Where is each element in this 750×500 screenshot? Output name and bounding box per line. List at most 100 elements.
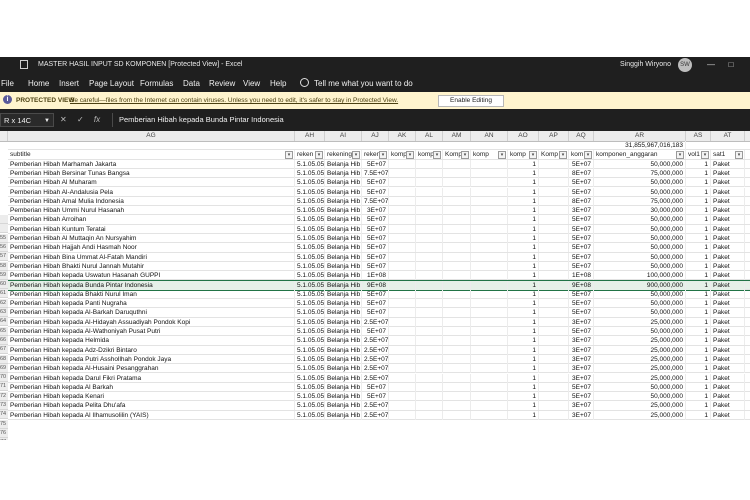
rekening-name-cell[interactable]: Belanja Hib — [325, 336, 362, 346]
check-icon[interactable]: ✓ — [77, 113, 84, 127]
sat1-cell[interactable]: Paket — [711, 299, 745, 309]
cell[interactable] — [443, 261, 471, 271]
sat1-cell[interactable]: Paket — [711, 308, 745, 318]
rekening-value-cell[interactable]: 5E+07 — [362, 327, 389, 336]
vol1-cell[interactable]: 1 — [686, 271, 711, 281]
row-header[interactable]: 60 — [0, 280, 8, 290]
komponen-value-cell[interactable]: 5E+07 — [569, 224, 594, 234]
cell[interactable] — [389, 336, 416, 346]
table-row[interactable]: Pemberian Hibah Amal Mulia Indonesia 5.1.… — [8, 196, 750, 207]
cancel-icon[interactable]: ✕ — [60, 113, 67, 127]
cell[interactable] — [416, 159, 443, 169]
komponen-anggaran-cell[interactable]: 25,000,000 — [594, 401, 686, 411]
cell[interactable] — [389, 308, 416, 318]
cell[interactable] — [416, 354, 443, 364]
table-row[interactable]: Pemberian Hibah kepada Putri Asshollhah … — [8, 354, 750, 365]
filter-dropdown-icon[interactable]: ▾ — [559, 151, 567, 160]
grand-total-cell[interactable]: 31,855,967,016,183 — [594, 141, 686, 150]
cell[interactable] — [539, 178, 569, 188]
rekening-value-cell[interactable]: 2.5E+07 — [362, 410, 389, 420]
cell[interactable] — [389, 289, 416, 299]
rekening-value-cell[interactable]: 3E+07 — [362, 206, 389, 216]
komponen-count-cell[interactable]: 1 — [508, 317, 539, 327]
rekening-value-cell[interactable]: 5E+07 — [362, 159, 389, 169]
rekening-code-cell[interactable]: 5.1.05.05. — [295, 364, 325, 374]
sat1-cell[interactable]: Paket — [711, 271, 745, 281]
table-row[interactable]: Pemberian Hibah Ummi Nurul Hasanah 5.1.05… — [8, 206, 750, 216]
rekening-value-cell[interactable]: 5E+07 — [362, 243, 389, 253]
subtitle-cell[interactable]: Pemberian Hibah kepada Al-Husaini Pesang… — [8, 364, 295, 374]
cell[interactable] — [389, 401, 416, 411]
column-title[interactable]: Komp ▾ — [443, 150, 471, 160]
rekening-value-cell[interactable]: 7.5E+07 — [362, 196, 389, 206]
rekening-name-cell[interactable]: Belanja Hib — [325, 187, 362, 197]
column-header-ai[interactable]: AI — [325, 131, 362, 141]
rekening-code-cell[interactable]: 5.1.05.05. — [295, 168, 325, 178]
cell[interactable] — [416, 308, 443, 318]
rekening-code-cell[interactable]: 5.1.05.05. — [295, 299, 325, 309]
rekening-code-cell[interactable]: 5.1.05.05. — [295, 382, 325, 392]
cell[interactable] — [471, 187, 508, 197]
rekening-code-cell[interactable]: 5.1.05.05. — [295, 271, 325, 281]
cell[interactable] — [443, 364, 471, 374]
vol1-cell[interactable]: 1 — [686, 206, 711, 216]
komponen-value-cell[interactable]: 5E+07 — [569, 187, 594, 197]
rekening-value-cell[interactable]: 5E+07 — [362, 234, 389, 243]
cell[interactable] — [389, 382, 416, 392]
subtitle-cell[interactable]: Pemberian Hibah kepada Darul Fikri Prata… — [8, 373, 295, 383]
cell[interactable] — [443, 187, 471, 197]
fx-icon[interactable]: fx — [94, 113, 100, 127]
row-header[interactable]: 72 — [0, 391, 8, 401]
vol1-cell[interactable]: 1 — [686, 280, 711, 290]
vol1-cell[interactable]: 1 — [686, 196, 711, 206]
subtitle-cell[interactable]: Pemberian Hibah kepada Bhakti Nurul Iman — [8, 289, 295, 299]
cell[interactable] — [389, 252, 416, 262]
rekening-name-cell[interactable]: Belanja Hib — [325, 178, 362, 188]
cell[interactable] — [471, 392, 508, 402]
column-header-ah[interactable]: AH — [295, 131, 325, 141]
row-header[interactable]: 59 — [0, 270, 8, 280]
subtitle-cell[interactable]: Pemberian Hibah kepada Al Barkah — [8, 382, 295, 392]
komponen-value-cell[interactable]: 5E+07 — [569, 261, 594, 271]
cell[interactable] — [539, 364, 569, 374]
komponen-count-cell[interactable]: 1 — [508, 299, 539, 309]
cell[interactable] — [471, 215, 508, 225]
rekening-name-cell[interactable]: Belanja Hib — [325, 392, 362, 402]
komponen-count-cell[interactable]: 1 — [508, 206, 539, 216]
subtitle-cell[interactable]: Pemberian Hibah kepada Bunda Pintar Indo… — [8, 280, 295, 290]
cell[interactable] — [443, 308, 471, 318]
cell[interactable] — [471, 354, 508, 364]
komponen-value-cell[interactable]: 3E+07 — [569, 345, 594, 355]
rekening-code-cell[interactable]: 5.1.05.05. — [295, 252, 325, 262]
filter-dropdown-icon[interactable]: ▾ — [701, 151, 709, 160]
komponen-count-cell[interactable]: 1 — [508, 196, 539, 206]
sat1-cell[interactable]: Paket — [711, 168, 745, 178]
rekening-name-cell[interactable]: Belanja Hib — [325, 345, 362, 355]
vol1-cell[interactable]: 1 — [686, 392, 711, 402]
cell[interactable] — [471, 410, 508, 420]
vol1-cell[interactable]: 1 — [686, 178, 711, 188]
komponen-value-cell[interactable]: 5E+07 — [569, 178, 594, 188]
komponen-anggaran-cell[interactable]: 30,000,000 — [594, 206, 686, 216]
row-header[interactable]: 74 — [0, 410, 8, 420]
column-title[interactable]: komponen_anggaran ▾ — [594, 150, 686, 160]
subtitle-cell[interactable]: Pemberian Hibah kepada Panti Nugraha — [8, 299, 295, 309]
cell[interactable] — [539, 261, 569, 271]
cell[interactable] — [389, 410, 416, 420]
rekening-name-cell[interactable]: Belanja Hib — [325, 280, 362, 290]
cell[interactable] — [539, 187, 569, 197]
komponen-count-cell[interactable]: 1 — [508, 234, 539, 243]
rekening-name-cell[interactable]: Belanja Hib — [325, 224, 362, 234]
rekening-value-cell[interactable]: 2.5E+07 — [362, 345, 389, 355]
sat1-cell[interactable]: Paket — [711, 159, 745, 169]
komponen-count-cell[interactable]: 1 — [508, 401, 539, 411]
rekening-name-cell[interactable]: Belanja Hib — [325, 382, 362, 392]
rekening-value-cell[interactable]: 5E+07 — [362, 299, 389, 309]
rekening-value-cell[interactable]: 5E+07 — [362, 392, 389, 402]
cell[interactable] — [443, 401, 471, 411]
filter-dropdown-icon[interactable]: ▾ — [285, 151, 293, 160]
cell[interactable] — [539, 336, 569, 346]
komponen-value-cell[interactable]: 1E+08 — [569, 271, 594, 281]
cell[interactable] — [539, 299, 569, 309]
table-row[interactable]: Pemberian Hibah kepada Helmida 5.1.05.05.… — [8, 336, 750, 346]
